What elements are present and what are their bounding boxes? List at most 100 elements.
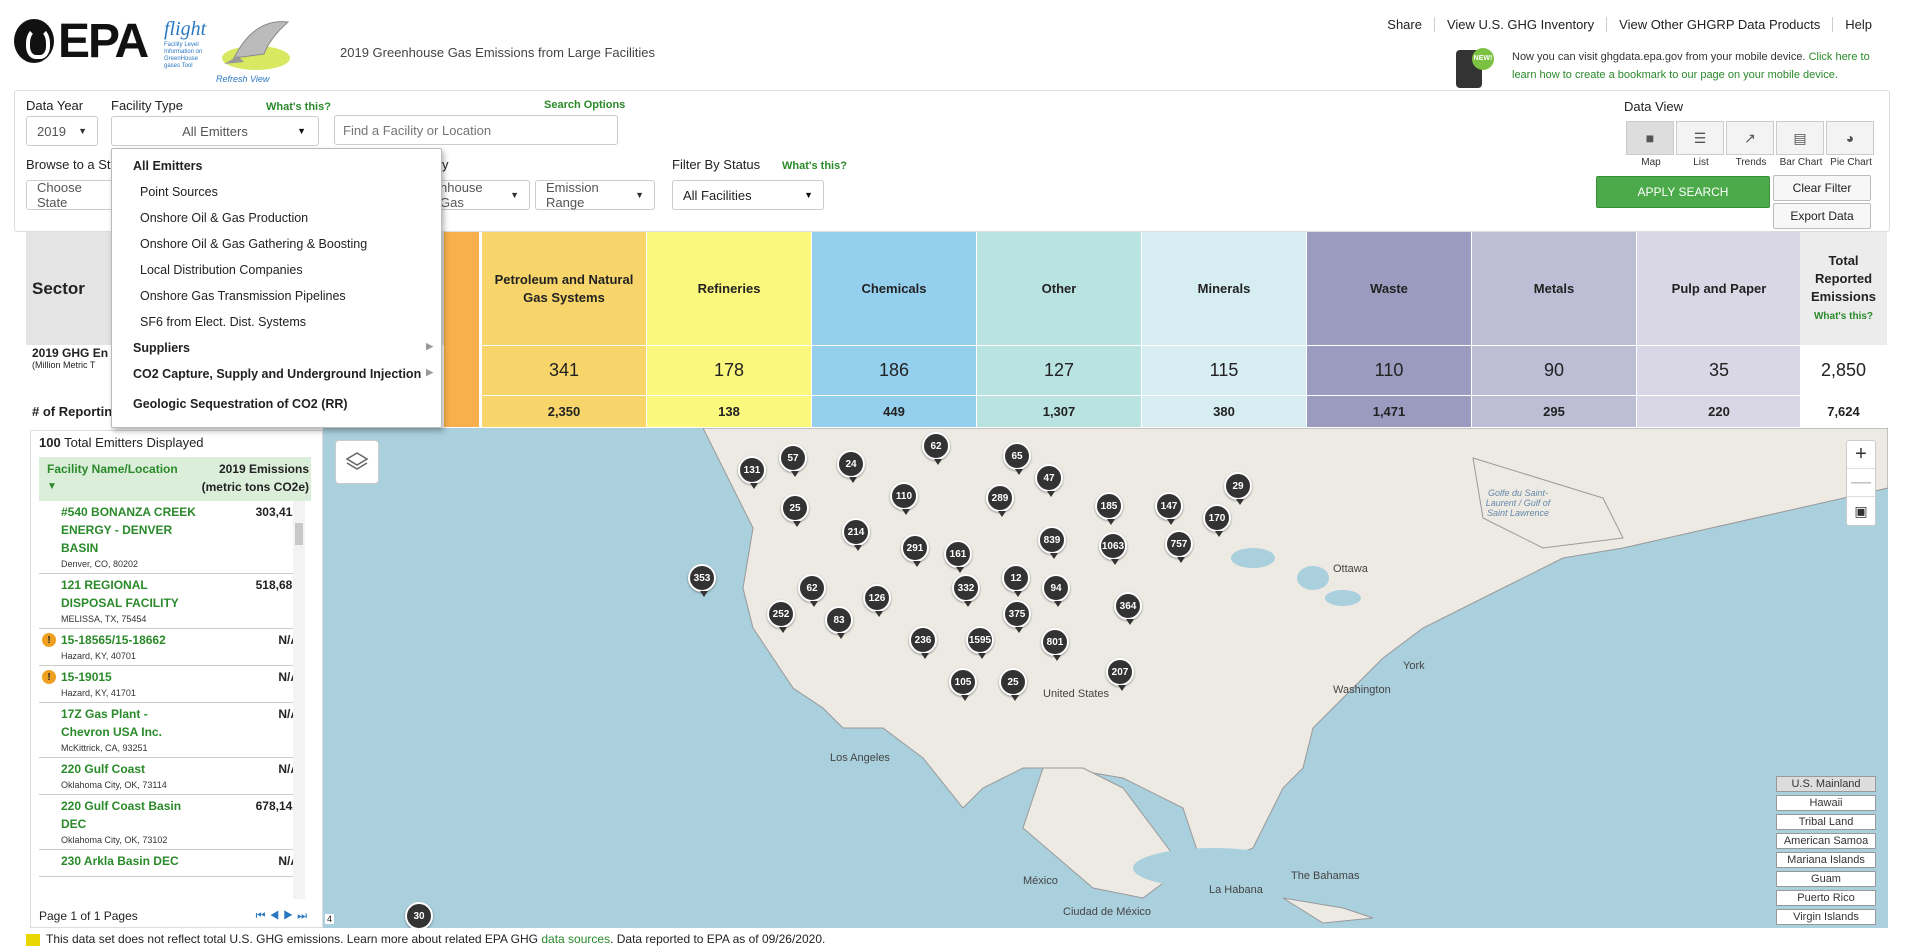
- pager-controls[interactable]: ⏮◀▶⏭: [256, 910, 311, 923]
- cluster-marker[interactable]: 185: [1095, 492, 1123, 525]
- cluster-marker[interactable]: 62: [922, 432, 950, 465]
- sector-column[interactable]: Minerals 115 380: [1142, 232, 1307, 427]
- cluster-marker[interactable]: 12: [1002, 564, 1030, 597]
- cluster-marker[interactable]: 757: [1165, 530, 1193, 563]
- region-button[interactable]: Virgin Islands: [1776, 909, 1876, 925]
- cluster-marker[interactable]: 83: [825, 606, 853, 639]
- pie-chart-view-button[interactable]: ◕: [1826, 121, 1874, 155]
- option-onshore-production[interactable]: Onshore Oil & Gas Production: [112, 211, 441, 225]
- facility-name[interactable]: 220 Gulf Coast Basin DEC: [61, 797, 199, 833]
- refresh-view-link[interactable]: Refresh View: [216, 74, 269, 84]
- total-help-link[interactable]: What's this?: [1814, 311, 1873, 322]
- search-options-link[interactable]: Search Options: [544, 99, 625, 111]
- zoom-out-button[interactable]: —: [1847, 469, 1875, 497]
- option-local-distribution[interactable]: Local Distribution Companies: [112, 263, 441, 277]
- region-button[interactable]: Mariana Islands: [1776, 852, 1876, 868]
- cluster-marker[interactable]: 252: [767, 600, 795, 633]
- cluster-marker[interactable]: 839: [1038, 526, 1066, 559]
- cluster-marker[interactable]: 131: [738, 456, 766, 489]
- facility-row[interactable]: 220 Gulf Coast Basin DEC Oklahoma City, O…: [39, 795, 301, 850]
- list-scrollbar-thumb[interactable]: [295, 523, 303, 545]
- cluster-marker[interactable]: 375: [1003, 600, 1031, 633]
- facility-name[interactable]: 121 REGIONAL DISPOSAL FACILITY: [61, 576, 199, 612]
- filter-status-help-link[interactable]: What's this?: [782, 160, 847, 172]
- sector-column[interactable]: Chemicals 186 449: [812, 232, 977, 427]
- sector-column[interactable]: Pulp and Paper 35 220: [1637, 232, 1802, 427]
- facility-row[interactable]: ! 15-19015 Hazard, KY, 41701 N/A: [39, 666, 301, 703]
- cluster-marker[interactable]: 47: [1035, 464, 1063, 497]
- greenhouse-gas-select[interactable]: nhouse Gas ▼: [430, 180, 530, 210]
- cluster-marker[interactable]: 353: [688, 564, 716, 597]
- facility-name[interactable]: 15-19015: [61, 668, 199, 686]
- sector-column[interactable]: Other 127 1,307: [977, 232, 1142, 427]
- cluster-marker[interactable]: 161: [944, 540, 972, 573]
- facility-type-select[interactable]: All Emitters ▼: [111, 116, 319, 146]
- facility-row[interactable]: 220 Gulf Coast Oklahoma City, OK, 73114 N/…: [39, 758, 301, 795]
- ghg-inventory-link[interactable]: View U.S. GHG Inventory: [1433, 17, 1606, 32]
- cluster-marker[interactable]: 170: [1203, 504, 1231, 537]
- sector-column[interactable]: Metals 90 295: [1472, 232, 1637, 427]
- cluster-marker[interactable]: 364: [1114, 592, 1142, 625]
- cluster-marker[interactable]: 291: [901, 534, 929, 567]
- facility-name[interactable]: 15-18565/15-18662: [61, 631, 199, 649]
- trends-view-button[interactable]: ↗: [1726, 121, 1774, 155]
- layers-button[interactable]: [335, 440, 379, 484]
- cluster-marker[interactable]: 214: [842, 518, 870, 551]
- region-button[interactable]: Hawaii: [1776, 795, 1876, 811]
- region-button[interactable]: American Samoa: [1776, 833, 1876, 849]
- cluster-marker[interactable]: 147: [1155, 492, 1183, 525]
- emission-range-select[interactable]: Emission Range ▼: [535, 180, 655, 210]
- cluster-marker[interactable]: 1063: [1099, 532, 1127, 565]
- epa-logo[interactable]: EPA: [14, 15, 149, 68]
- facility-name[interactable]: 17Z Gas Plant - Chevron USA Inc.: [61, 705, 199, 741]
- facility-row[interactable]: #540 BONANZA CREEK ENERGY - DENVER BASIN…: [39, 501, 301, 574]
- facility-row[interactable]: 17Z Gas Plant - Chevron USA Inc. McKittri…: [39, 703, 301, 758]
- zoom-in-button[interactable]: +: [1847, 441, 1875, 469]
- cluster-marker[interactable]: 207: [1106, 658, 1134, 691]
- bar-chart-view-button[interactable]: ▤: [1776, 121, 1824, 155]
- filter-status-select[interactable]: All Facilities ▼: [672, 180, 824, 210]
- data-year-select[interactable]: 2019 ▼: [26, 116, 98, 146]
- sector-column[interactable]: Waste 110 1,471: [1307, 232, 1472, 427]
- region-button[interactable]: U.S. Mainland: [1776, 776, 1876, 792]
- option-all-emitters[interactable]: All Emitters: [112, 159, 441, 173]
- cluster-marker[interactable]: 24: [837, 450, 865, 483]
- data-sources-link[interactable]: data sources: [541, 932, 610, 946]
- share-link[interactable]: Share: [1375, 17, 1434, 32]
- sort-arrow-icon[interactable]: ▼: [47, 481, 57, 492]
- facility-row[interactable]: 121 REGIONAL DISPOSAL FACILITY MELISSA, T…: [39, 574, 301, 629]
- facility-row[interactable]: ! 15-18565/15-18662 Hazard, KY, 40701 N/A: [39, 629, 301, 666]
- find-facility-input[interactable]: [334, 115, 618, 145]
- cluster-marker[interactable]: 65: [1003, 442, 1031, 475]
- option-suppliers[interactable]: Suppliers ▶: [112, 341, 441, 355]
- option-co2-injection[interactable]: CO2 Capture, Supply and Underground Inje…: [112, 367, 441, 381]
- cluster-marker[interactable]: 94: [1042, 574, 1070, 607]
- fullscreen-button[interactable]: ▣: [1847, 497, 1875, 525]
- facility-name[interactable]: #540 BONANZA CREEK ENERGY - DENVER BASIN: [61, 503, 199, 557]
- option-geologic-sequestration[interactable]: Geologic Sequestration of CO2 (RR): [112, 397, 441, 411]
- cluster-marker[interactable]: 126: [863, 584, 891, 617]
- option-sf6[interactable]: SF6 from Elect. Dist. Systems: [112, 315, 441, 329]
- power-plants-column-edge[interactable]: [444, 232, 480, 427]
- list-view-button[interactable]: ☰: [1676, 121, 1724, 155]
- option-transmission-pipelines[interactable]: Onshore Gas Transmission Pipelines: [112, 289, 441, 303]
- facility-name[interactable]: 220 Gulf Coast: [61, 760, 199, 778]
- cluster-marker[interactable]: 332: [952, 574, 980, 607]
- map[interactable]: 131 57 24 62 65 25 110 289 47 185 147 29 214 291 161 83…: [323, 428, 1888, 928]
- cluster-marker[interactable]: 1595: [966, 626, 994, 659]
- cluster-marker[interactable]: 236: [909, 626, 937, 659]
- cluster-marker[interactable]: 105: [949, 668, 977, 701]
- cluster-marker[interactable]: 30: [405, 902, 433, 928]
- cluster-marker[interactable]: 801: [1041, 628, 1069, 661]
- apply-search-button[interactable]: APPLY SEARCH: [1596, 176, 1770, 208]
- facility-name[interactable]: 230 Arkla Basin DEC: [61, 852, 199, 870]
- cluster-marker[interactable]: 29: [1224, 472, 1252, 505]
- option-point-sources[interactable]: Point Sources: [112, 185, 441, 199]
- region-button[interactable]: Puerto Rico: [1776, 890, 1876, 906]
- sector-column[interactable]: Petroleum and Natural Gas Systems 341 2,35…: [482, 232, 647, 427]
- cluster-marker[interactable]: 25: [781, 494, 809, 527]
- cluster-marker[interactable]: 25: [999, 668, 1027, 701]
- cluster-marker[interactable]: 110: [890, 482, 918, 515]
- facility-row[interactable]: 230 Arkla Basin DEC N/A: [39, 850, 301, 877]
- emissions-column-header[interactable]: 2019 Emissions (metric tons CO2e): [189, 460, 309, 496]
